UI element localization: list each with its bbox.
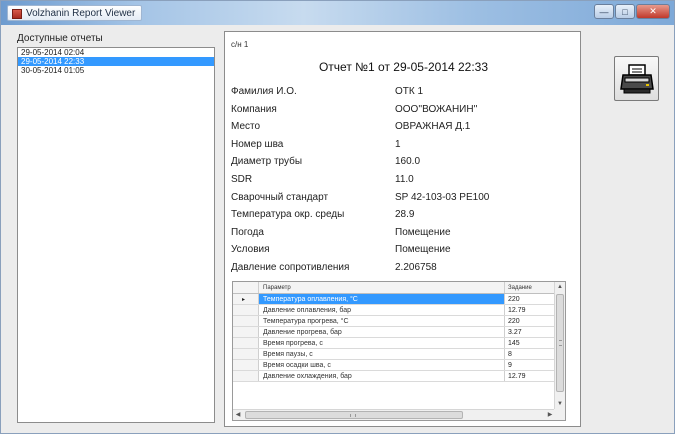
row-selector[interactable]: ▸	[233, 294, 259, 304]
grid-row[interactable]: Давление охлаждения, бар 12.79	[233, 371, 555, 382]
grid-row[interactable]: Время прогрева, с 145	[233, 338, 555, 349]
field-label: Место	[231, 121, 261, 133]
report-field-row: Погода Помещение	[231, 227, 451, 238]
report-list-item[interactable]: 30-05-2014 01:05	[18, 66, 214, 75]
field-label: Условия	[231, 244, 270, 256]
vertical-scrollbar[interactable]: ▲ ▼	[554, 282, 565, 409]
row-selector[interactable]	[233, 338, 259, 348]
grid-cell-param[interactable]: Время осадки шва, с	[259, 360, 505, 370]
minimize-button[interactable]: —	[594, 4, 614, 19]
grid-row[interactable]: Время осадки шва, с9	[233, 360, 555, 371]
grid-row[interactable]: Температура прогрева, °С 220	[233, 316, 555, 327]
field-value: ОВРАЖНАЯ Д.1	[395, 121, 471, 133]
grid-body: ▸ Температура оплавления, °С 220 Давление о…	[233, 294, 555, 382]
field-label: Диаметр трубы	[231, 156, 303, 168]
field-value: ООО''ВОЖАНИН''	[395, 103, 478, 115]
report-field-row: SDR 11.0	[231, 174, 414, 185]
grid-row[interactable]: Давление прогрева, бар 3.27	[233, 327, 555, 338]
field-value: 1	[395, 138, 401, 150]
grid-cell-value[interactable]: 3.27	[505, 327, 555, 337]
app-icon	[12, 8, 22, 19]
field-value: 28.9	[395, 209, 415, 221]
field-label: Давление сопротивления	[231, 262, 350, 273]
field-label: Номер шва	[231, 138, 284, 150]
grid-row[interactable]: ▸ Температура оплавления, °С 220	[233, 294, 555, 305]
row-selector[interactable]	[233, 349, 259, 359]
report-field-row: Диаметр трубы 160.0	[231, 156, 420, 167]
grid-cell-param[interactable]: Время паузы, с	[259, 349, 505, 359]
field-value: SP 42-103-03 PE100	[395, 191, 490, 203]
grid-cell-param[interactable]: Давление прогрева, бар	[259, 327, 505, 337]
close-button[interactable]: ✕	[636, 4, 670, 19]
field-value: Помещение	[395, 244, 451, 256]
report-field-row: Температура окр. среды 28.9	[231, 209, 414, 220]
horizontal-scroll-thumb[interactable]	[245, 411, 463, 419]
report-field-row: Сварочный стандарт SP 42-103-03 PE100	[231, 192, 489, 203]
field-value: 11.0	[395, 174, 414, 185]
row-selector[interactable]	[233, 327, 259, 337]
window-title-box: Volzhanin Report Viewer	[7, 5, 143, 21]
grid-cell-value[interactable]: 220	[505, 294, 555, 304]
row-selector[interactable]	[233, 316, 259, 326]
report-field-row: Номер шва 1	[231, 139, 401, 150]
field-value: 2.206758	[395, 262, 437, 273]
field-label: Фамилия И.О.	[231, 86, 297, 97]
report-field-row: Давление сопротивления 2.206758	[231, 262, 437, 273]
field-label: SDR	[231, 174, 253, 185]
column-header-value[interactable]: Задание	[505, 282, 555, 293]
page-tag: с/н 1	[231, 40, 249, 49]
window-title: Volzhanin Report Viewer	[26, 8, 136, 19]
report-list-item[interactable]: 29-05-2014 22:33	[18, 57, 214, 66]
scroll-down-arrow-icon[interactable]: ▼	[555, 399, 565, 409]
print-button[interactable]	[614, 56, 659, 101]
caption-buttons: — □ ✕	[594, 4, 670, 19]
grid-cell-value[interactable]: 8	[505, 349, 555, 359]
grid-cell-param[interactable]: Температура оплавления, °С	[259, 294, 505, 304]
grid-cell-param[interactable]: Время прогрева, с	[259, 338, 505, 348]
printer-icon	[619, 63, 654, 93]
reports-listbox[interactable]: 29-05-2014 02:04 29-05-2014 22:33 30-05-20…	[17, 47, 215, 423]
scroll-up-arrow-icon[interactable]: ▲	[555, 282, 565, 292]
report-field-row: Место ОВРАЖНАЯ Д.1	[231, 121, 470, 132]
field-label: Температура окр. среды	[231, 209, 345, 221]
grid-cell-value[interactable]: 9	[505, 360, 555, 370]
row-selector[interactable]	[233, 360, 259, 370]
vertical-scroll-thumb[interactable]	[556, 294, 564, 392]
grid-cell-param[interactable]: Давление охлаждения, бар	[259, 371, 505, 381]
report-field-row: Условия Помещение	[231, 244, 451, 255]
grid-header-selector	[233, 282, 259, 293]
grid-cell-value[interactable]: 220	[505, 316, 555, 326]
field-label: Компания	[231, 103, 277, 115]
field-label: Сварочный стандарт	[231, 191, 329, 203]
row-selector[interactable]	[233, 305, 259, 315]
grid-cell-value[interactable]: 12.79	[505, 371, 555, 381]
parameters-grid[interactable]: Параметр Задание ▸ Температура оплавления…	[232, 281, 566, 421]
grid-cell-value[interactable]: 12.79	[505, 305, 555, 315]
grid-cell-value[interactable]: 145	[505, 338, 555, 348]
report-field-row: Компания ООО''ВОЖАНИН''	[231, 104, 477, 115]
title-bar[interactable]: Volzhanin Report Viewer — □ ✕	[1, 1, 674, 25]
grid-cell-param[interactable]: Давление оплавления, бар	[259, 305, 505, 315]
report-list-item[interactable]: 29-05-2014 02:04	[18, 48, 214, 57]
field-label: Погода	[231, 226, 264, 238]
maximize-button[interactable]: □	[615, 4, 635, 19]
grid-scroll-corner	[554, 409, 565, 420]
grid-row[interactable]: Время паузы, с8	[233, 349, 555, 360]
report-title: Отчет №1 от 29-05-2014 22:33	[318, 60, 489, 74]
scroll-left-arrow-icon[interactable]: ◀	[233, 410, 243, 420]
grid-row[interactable]: Давление оплавления, бар 12.79	[233, 305, 555, 316]
horizontal-scrollbar[interactable]: ◀ ▶	[233, 409, 555, 420]
field-value: 160.0	[395, 156, 421, 168]
report-preview: с/н 1 Отчет №1 от 29-05-2014 22:33 Парам…	[224, 31, 581, 427]
row-selector[interactable]	[233, 371, 259, 381]
app-window: Volzhanin Report Viewer — □ ✕ Доступные …	[0, 0, 675, 434]
grid-header: Параметр Задание	[233, 282, 555, 294]
report-field-row: Фамилия И.О. ОТК 1	[231, 86, 423, 97]
column-header-param[interactable]: Параметр	[259, 282, 505, 293]
field-value: ОТК 1	[395, 86, 424, 97]
reports-list-label: Доступные отчеты	[17, 33, 103, 44]
grid-cell-param[interactable]: Температура прогрева, °С	[259, 316, 505, 326]
field-value: Помещение	[395, 226, 451, 238]
